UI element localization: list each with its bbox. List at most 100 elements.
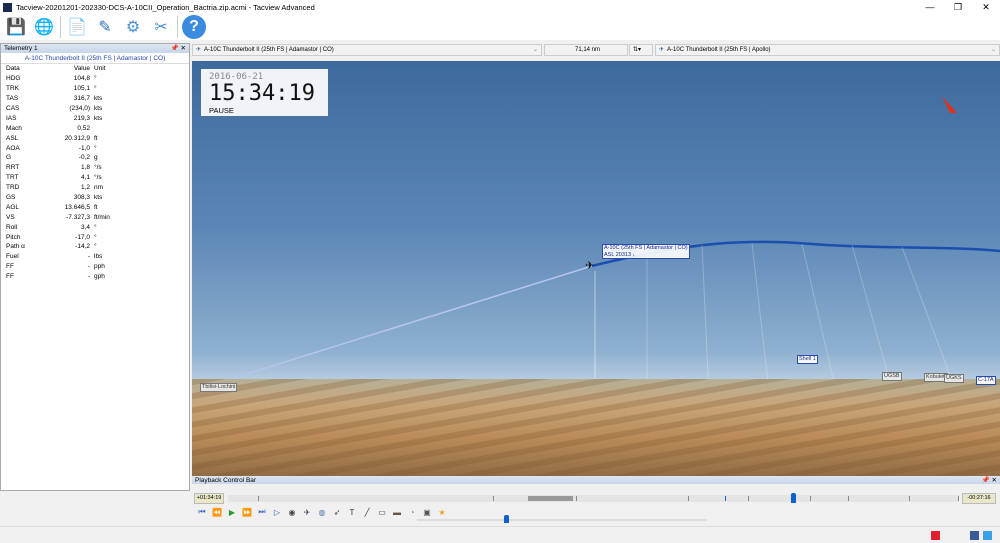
ruler-icon[interactable]: ╱	[361, 508, 373, 517]
telemetry-row: Roll 3,4 °	[6, 222, 110, 232]
data-unit-cell: kts	[94, 95, 103, 103]
distance-value: 71,14 nm	[574, 47, 601, 53]
close-button[interactable]: ✕	[972, 0, 1000, 14]
data-unit-cell: °	[94, 243, 97, 251]
object-label-main[interactable]: A-10C (25th FS | Adamastor | CO) ASL 2031…	[602, 244, 690, 259]
data-name-cell: Path α	[6, 243, 25, 251]
primary-object-select[interactable]: ✈ A-10C Thunderbolt II (25th FS | Adamast…	[192, 44, 542, 56]
airbase-label-ugks[interactable]: UGKS	[944, 374, 964, 383]
data-name-cell: Roll	[6, 223, 18, 231]
data-value-cell: 20.312,9	[64, 134, 90, 142]
facebook-icon[interactable]	[970, 531, 979, 540]
timeline[interactable]	[228, 493, 959, 503]
tactical-icon[interactable]: ▭	[376, 508, 388, 517]
telemetry-row: ASL 20.312,9 ft	[6, 133, 110, 143]
playback-speed-slider[interactable]	[417, 515, 707, 523]
minimize-button[interactable]: —	[916, 0, 944, 14]
camera-icon[interactable]: ◉	[286, 508, 298, 517]
data-name-cell: FF	[6, 273, 14, 281]
remaining-time: -00:27:16	[962, 493, 996, 504]
data-unit-cell: nm	[94, 184, 104, 192]
data-name-cell: TRK	[6, 85, 19, 93]
data-unit-cell: gph	[94, 273, 105, 281]
bookmark-star-icon[interactable]: ★	[436, 508, 448, 517]
data-unit-cell: g	[94, 154, 98, 162]
chevron-down-icon: ⌄	[990, 47, 996, 53]
swap-button[interactable]: ⇅▾	[629, 44, 653, 56]
data-value-cell: 308,3	[73, 194, 90, 202]
object-label-c17[interactable]: C-17A	[976, 376, 996, 385]
rewind-icon[interactable]: ⏪	[211, 508, 223, 517]
distance-select[interactable]: 71,14 nm	[544, 44, 628, 56]
window-title: Tacview-20201201-202330-DCS-A-10CII_Oper…	[16, 2, 315, 12]
data-name-cell: AGL	[6, 203, 20, 211]
data-name-cell: HDG	[6, 75, 21, 83]
clock-time: 15:34:19	[209, 81, 315, 106]
load-icon[interactable]: 💾	[4, 15, 28, 39]
3d-view[interactable]: 2016-06-21 15:34:19 PAUSE ✈ A-10C (25th …	[192, 61, 1000, 476]
data-name-cell: GS	[6, 194, 16, 202]
alert-icon[interactable]	[931, 531, 940, 540]
step-icon[interactable]: ▷	[271, 508, 283, 517]
tools-icon[interactable]: ✂	[149, 15, 173, 39]
data-unit-cell: kts	[94, 194, 103, 202]
aircraft-icon[interactable]: ✈	[585, 259, 594, 272]
label-icon[interactable]: T	[346, 508, 358, 517]
telemetry-row: GS 308,3 kts	[6, 193, 110, 203]
data-value-cell: 1,8	[80, 164, 90, 172]
panel-header: Playback Control Bar 📌 ✕	[192, 476, 1000, 484]
report-icon[interactable]: 📄	[65, 15, 89, 39]
data-name-cell: TAS	[6, 95, 19, 103]
airbase-label-tbilisi[interactable]: Tbilisi-Lochini	[200, 383, 238, 392]
telemetry-row: Fuel - lbs	[6, 252, 110, 262]
speed-slider-thumb[interactable]	[504, 515, 509, 523]
options-icon[interactable]: ▣	[421, 508, 433, 517]
airbase-label-ugsb[interactable]: UGSB	[882, 372, 902, 381]
data-name-cell: IAS	[6, 114, 17, 122]
edit-icon[interactable]: ✎	[93, 15, 117, 39]
twitter-icon[interactable]	[983, 531, 992, 540]
globe-icon[interactable]: ◍	[316, 508, 328, 517]
fast-forward-icon[interactable]: ⏩	[241, 508, 253, 517]
aircraft-icon: ✈	[196, 47, 202, 53]
clock-display: 2016-06-21 15:34:19 PAUSE	[201, 69, 328, 116]
column-header: Data	[6, 65, 20, 73]
data-name-cell: RRT	[6, 164, 20, 172]
settings-icon[interactable]: ⚙	[121, 15, 145, 39]
panel-close-icon[interactable]: 📌 ✕	[982, 476, 997, 485]
data-value-cell: 219,3	[73, 114, 90, 122]
aircraft-icon: ✈	[659, 47, 665, 53]
telemetry-row: Pitch -17,0 °	[6, 232, 110, 242]
telemetry-row: RRT 1,8 °/s	[6, 163, 110, 173]
skip-start-icon[interactable]: ⏮	[196, 507, 208, 517]
panel-close-icon[interactable]: 📌 ✕	[171, 44, 186, 53]
ground-unit-icon[interactable]: ▬	[391, 508, 403, 517]
timeline-cursor[interactable]	[790, 493, 796, 503]
telemetry-row: TRT 4,1 °/s	[6, 173, 110, 183]
telemetry-panel: Telemetry 1 📌 ✕ A-10C Thunderbolt II (25t…	[0, 43, 190, 491]
data-value-cell: 4,1	[80, 174, 90, 182]
data-value-cell: 1,2	[80, 184, 90, 192]
online-icon[interactable]: 🌐	[32, 15, 56, 39]
restore-button[interactable]: ❐	[944, 0, 972, 14]
data-unit-cell: ft	[94, 203, 98, 211]
data-value-cell: -	[87, 253, 90, 261]
data-value-cell: -7.327,3	[66, 213, 90, 221]
data-value-cell: -	[87, 263, 90, 271]
object-label-shell[interactable]: Shell 1	[797, 355, 818, 364]
data-value-cell: 3,4	[80, 223, 90, 231]
help-icon[interactable]: ?	[182, 15, 206, 39]
data-name-cell: TRD	[6, 184, 20, 192]
skip-end-icon[interactable]: ⏭	[256, 507, 268, 517]
data-unit-cell: ft/min	[94, 213, 110, 221]
secondary-object-select[interactable]: ✈ A-10C Thunderbolt II (25th FS | Apollo)…	[655, 44, 1000, 56]
telemetry-row: AOA -1,0 °	[6, 143, 110, 153]
data-unit-cell: °	[94, 223, 97, 231]
play-icon[interactable]: ▶	[226, 508, 238, 517]
weapon-icon[interactable]: ➶	[331, 508, 343, 517]
cockpit-view-icon[interactable]: ✈	[301, 508, 313, 517]
radar-icon[interactable]: ◔	[406, 508, 418, 517]
playback-control-bar: Playback Control Bar 📌 ✕ +01:34:19 -00:27…	[192, 476, 1000, 526]
data-name-cell: FF	[6, 263, 14, 271]
telemetry-row: AGL 13.646,5 ft	[6, 202, 110, 212]
